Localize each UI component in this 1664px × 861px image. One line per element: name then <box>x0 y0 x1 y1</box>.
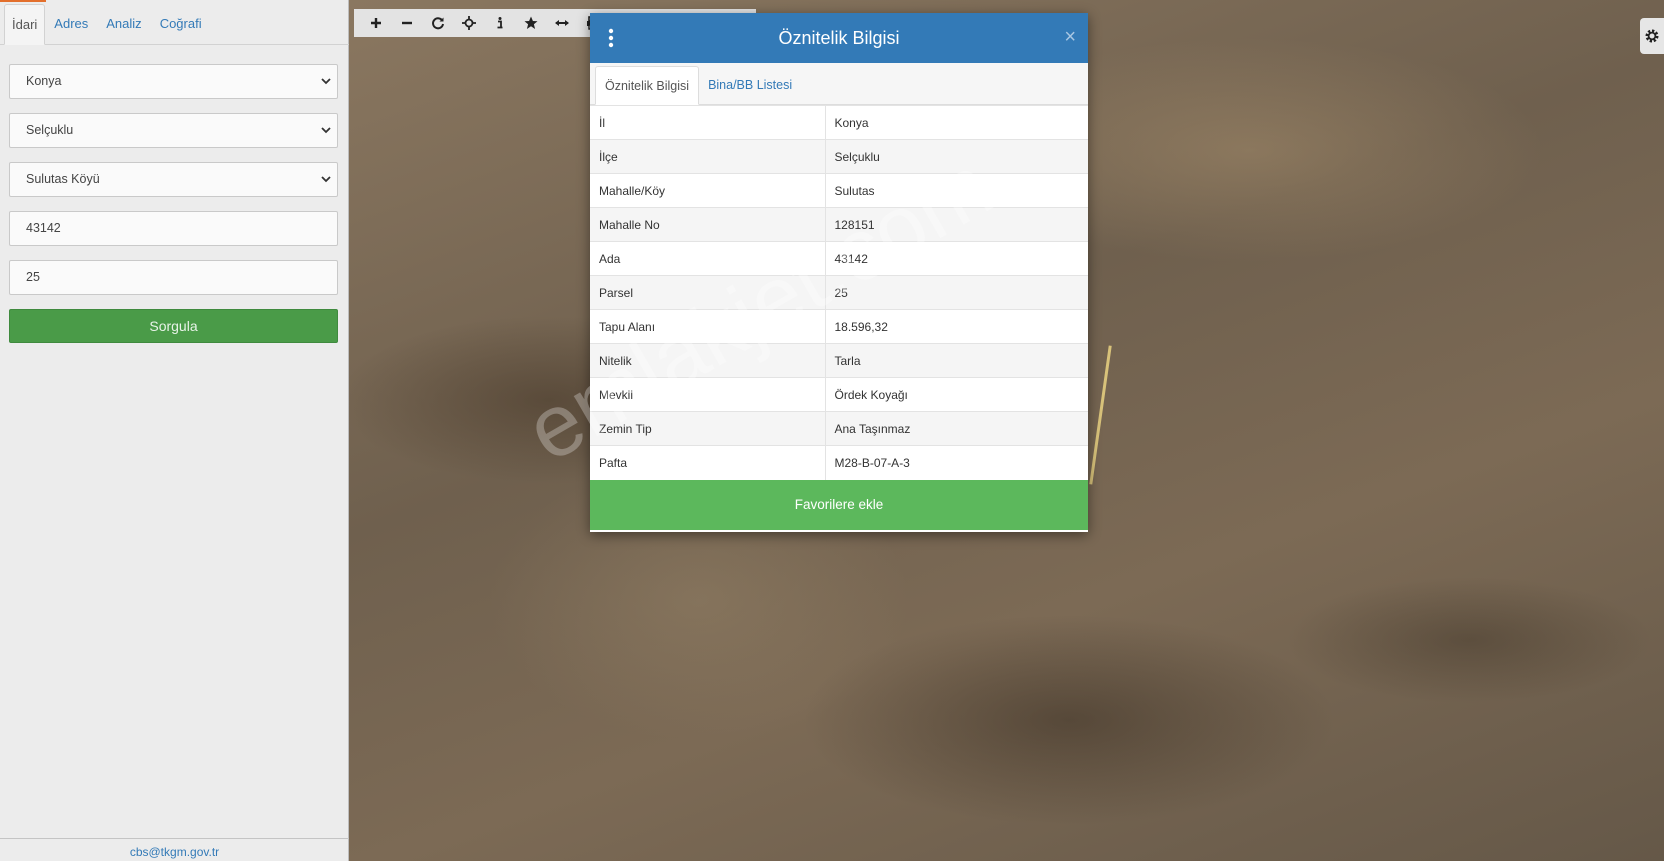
footer-divider <box>0 838 349 839</box>
tab-idari[interactable]: İdari <box>4 4 46 45</box>
attr-key: Tapu Alanı <box>590 309 826 344</box>
attr-key: Mahalle/Köy <box>590 173 826 208</box>
attribute-table: İl Konya İlçe Selçuklu Mahalle/Köy Sulutas … <box>590 105 1088 480</box>
footer-email-link[interactable]: cbs@tkgm.gov.tr <box>0 845 349 859</box>
block-input[interactable]: 43142 <box>9 211 338 246</box>
attr-value: M28-B-07-A-3 <box>825 445 1088 480</box>
crosshair-icon <box>461 16 476 30</box>
neighborhood-select[interactable]: Sulutas Köyü <box>9 162 338 197</box>
dialog-header: Öznitelik Bilgisi × <box>590 13 1088 63</box>
attr-value: 18.596,32 <box>825 309 1088 344</box>
attr-value: Selçuklu <box>825 139 1088 174</box>
province-select[interactable]: Konya <box>9 64 338 99</box>
table-row: Mahalle/Köy Sulutas <box>590 173 1088 208</box>
query-form: Konya Selçuklu Sulutas Köyü 43142 25 Sor… <box>9 64 338 343</box>
chevron-down-icon <box>321 176 331 183</box>
attribute-info-dialog: Öznitelik Bilgisi × Öznitelik Bilgisi Bi… <box>590 13 1088 532</box>
province-select-value: Konya <box>26 74 62 88</box>
attr-key: Ada <box>590 241 826 276</box>
measure-icon <box>554 20 569 26</box>
table-row: Ada 43142 <box>590 241 1088 276</box>
attr-key: Mahalle No <box>590 207 826 242</box>
parcel-boundary <box>1089 345 1112 485</box>
table-row: Tapu Alanı 18.596,32 <box>590 309 1088 344</box>
attr-value: 128151 <box>825 207 1088 242</box>
settings-button[interactable] <box>1640 18 1664 54</box>
info-button[interactable] <box>484 9 515 37</box>
info-icon <box>497 17 502 29</box>
zoom-out-button[interactable] <box>391 9 422 37</box>
table-row: Mevkii Ördek Koyağı <box>590 377 1088 412</box>
attr-key: Pafta <box>590 445 826 480</box>
attr-value: Tarla <box>825 343 1088 378</box>
neighborhood-select-value: Sulutas Köyü <box>26 172 100 186</box>
attr-value: Sulutas <box>825 173 1088 208</box>
table-row: Nitelik Tarla <box>590 343 1088 378</box>
district-select[interactable]: Selçuklu <box>9 113 338 148</box>
attr-key: İlçe <box>590 139 826 174</box>
measure-button[interactable] <box>546 9 577 37</box>
table-row: Mahalle No 128151 <box>590 207 1088 242</box>
chevron-down-icon <box>321 127 331 134</box>
parcel-input[interactable]: 25 <box>9 260 338 295</box>
left-panel-tabs: İdari Adres Analiz Coğrafi <box>0 2 349 45</box>
district-select-value: Selçuklu <box>26 123 74 137</box>
attr-value: Ördek Koyağı <box>825 377 1088 412</box>
attr-key: Parsel <box>590 275 826 310</box>
tab-attribute-info[interactable]: Öznitelik Bilgisi <box>595 66 700 105</box>
attr-value: Ana Taşınmaz <box>825 411 1088 446</box>
dialog-tabs: Öznitelik Bilgisi Bina/BB Listesi <box>590 63 1088 105</box>
table-row: Zemin Tip Ana Taşınmaz <box>590 411 1088 446</box>
attr-value: 25 <box>825 275 1088 310</box>
attr-key: Nitelik <box>590 343 826 378</box>
refresh-button[interactable] <box>422 9 453 37</box>
chevron-down-icon <box>321 78 331 85</box>
zoom-in-button[interactable] <box>360 9 391 37</box>
attr-key: İl <box>590 105 826 140</box>
zoom-in-icon <box>370 18 381 28</box>
close-icon[interactable]: × <box>1064 27 1076 47</box>
left-panel: İdari Adres Analiz Coğrafi Konya Selçukl… <box>0 0 349 861</box>
attr-value: Konya <box>825 105 1088 140</box>
add-to-favorites-button[interactable]: Favorilere ekle <box>590 479 1088 530</box>
tab-analiz[interactable]: Analiz <box>97 4 150 44</box>
locate-button[interactable] <box>453 9 484 37</box>
attr-key: Zemin Tip <box>590 411 826 446</box>
tab-adres[interactable]: Adres <box>45 4 97 44</box>
favorite-button[interactable] <box>515 9 546 37</box>
query-button[interactable]: Sorgula <box>9 309 338 343</box>
table-row: İl Konya <box>590 105 1088 140</box>
table-row: Pafta M28-B-07-A-3 <box>590 445 1088 480</box>
table-row: Parsel 25 <box>590 275 1088 310</box>
gear-icon <box>1645 29 1659 43</box>
zoom-out-icon <box>401 21 412 25</box>
tab-building-list[interactable]: Bina/BB Listesi <box>699 66 801 104</box>
table-row: İlçe Selçuklu <box>590 139 1088 174</box>
dialog-title: Öznitelik Bilgisi <box>778 28 900 48</box>
tab-cografi[interactable]: Coğrafi <box>151 4 211 44</box>
attr-key: Mevkii <box>590 377 826 412</box>
star-icon <box>524 16 537 29</box>
attr-value: 43142 <box>825 241 1088 276</box>
refresh-icon <box>431 17 444 30</box>
